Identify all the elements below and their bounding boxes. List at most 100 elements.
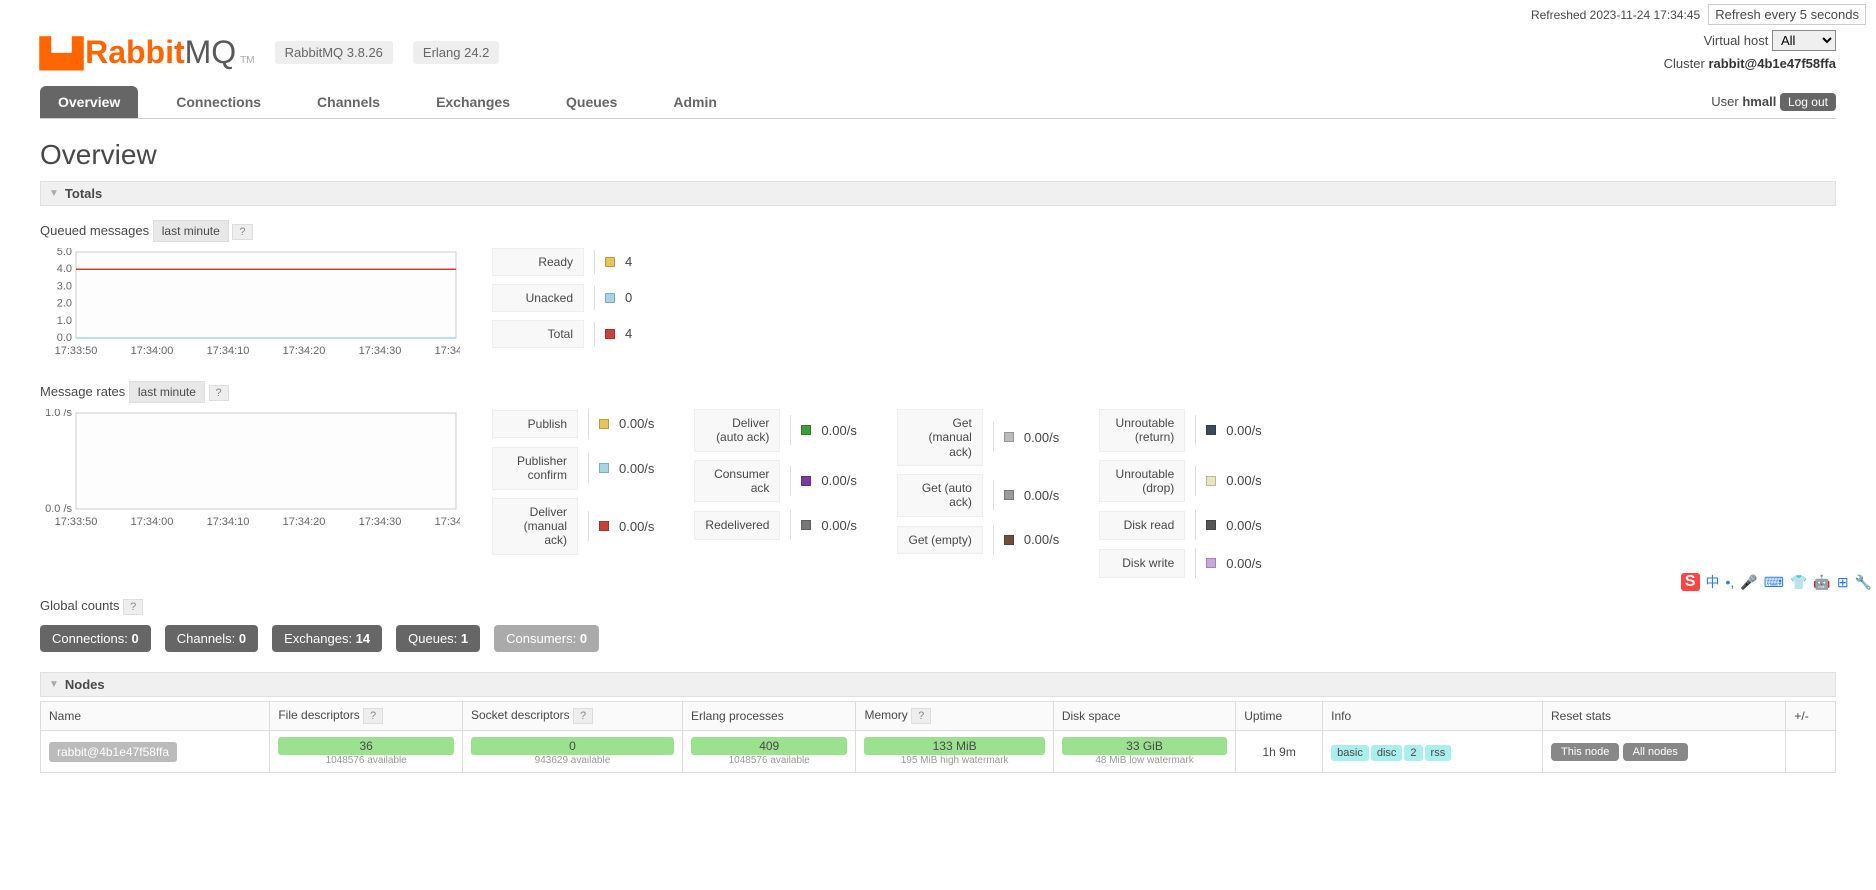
time-range-select-2[interactable]: last minute: [129, 381, 205, 403]
metric-value: 33 GiB: [1062, 737, 1227, 755]
legend-label: Unroutable (return): [1099, 409, 1185, 452]
ime-punct-icon[interactable]: •,: [1726, 574, 1735, 590]
tab-connections[interactable]: Connections: [158, 86, 279, 118]
legend-value: 0.00/s: [619, 519, 654, 534]
section-nodes[interactable]: ▼ Nodes: [40, 672, 1836, 697]
col-header: +/-: [1786, 702, 1836, 731]
tab-queues[interactable]: Queues: [548, 86, 635, 118]
legend-value: 0.00/s: [1226, 473, 1261, 488]
legend-label: Unroutable (drop): [1099, 460, 1185, 503]
col-header: Name: [41, 702, 270, 731]
help-icon[interactable]: ?: [363, 708, 383, 724]
legend-label: Deliver (auto ack): [694, 409, 780, 452]
help-icon[interactable]: ?: [573, 708, 593, 724]
legend-swatch: [1206, 558, 1216, 568]
info-tag: 2: [1404, 745, 1422, 761]
legend-value: 0.00/s: [821, 518, 856, 533]
virtual-host-select[interactable]: All: [1772, 30, 1836, 51]
svg-text:17:34:10: 17:34:10: [207, 345, 250, 357]
tab-channels[interactable]: Channels: [299, 86, 398, 118]
svg-text:0.0 /s: 0.0 /s: [45, 503, 72, 515]
legend-swatch: [1004, 432, 1014, 442]
help-icon[interactable]: ?: [209, 385, 229, 401]
logout-button[interactable]: Log out: [1780, 93, 1836, 111]
legend-label: Publish: [492, 410, 578, 438]
ime-grid-icon[interactable]: ⊞: [1837, 574, 1849, 591]
legend-value: 0.00/s: [1226, 423, 1261, 438]
legend-label: Redelivered: [694, 511, 780, 539]
tab-exchanges[interactable]: Exchanges: [418, 86, 528, 118]
svg-text:3.0: 3.0: [57, 280, 72, 292]
legend-swatch: [1004, 535, 1014, 545]
help-icon[interactable]: ?: [232, 224, 252, 240]
svg-text:5.0: 5.0: [57, 248, 72, 258]
user-label: User: [1711, 94, 1738, 109]
legend-swatch: [801, 476, 811, 486]
ime-keyboard-icon[interactable]: ⌨: [1764, 574, 1784, 591]
metric-value: 36: [278, 737, 454, 755]
svg-text:17:33:50: 17:33:50: [55, 345, 98, 357]
svg-text:1.0 /s: 1.0 /s: [45, 409, 72, 419]
help-icon[interactable]: ?: [123, 599, 143, 615]
refresh-interval-select[interactable]: Refresh every 5 seconds: [1708, 4, 1866, 25]
ime-mic-icon[interactable]: 🎤: [1740, 574, 1757, 591]
ime-robot-icon[interactable]: 🤖: [1813, 574, 1830, 591]
legend-label: Consumer ack: [694, 460, 780, 503]
metric-value: 0: [471, 737, 674, 755]
rabbit-icon: ▙▟: [40, 37, 83, 70]
legend-swatch: [599, 463, 609, 473]
reset-button[interactable]: All nodes: [1623, 743, 1688, 761]
svg-text:17:34:00: 17:34:00: [131, 345, 174, 357]
svg-text:17:34:30: 17:34:30: [359, 345, 402, 357]
legend-value: 0.00/s: [1226, 518, 1261, 533]
refreshed-label: Refreshed 2023-11-24 17:34:45: [1531, 8, 1700, 22]
svg-text:1.0: 1.0: [57, 315, 72, 327]
cluster-label: Cluster: [1664, 56, 1705, 71]
count-connections[interactable]: Connections: 0: [40, 625, 151, 652]
legend-swatch: [605, 293, 615, 303]
count-consumers[interactable]: Consumers: 0: [494, 625, 599, 652]
time-range-select[interactable]: last minute: [153, 220, 229, 242]
chevron-down-icon: ▼: [49, 679, 59, 690]
tab-overview[interactable]: Overview: [40, 86, 138, 118]
col-header: File descriptors ?: [270, 702, 463, 731]
legend-value: 0: [625, 290, 632, 305]
col-header: Info: [1323, 702, 1543, 731]
global-counts-label: Global counts: [40, 598, 120, 613]
node-name[interactable]: rabbit@4b1e47f58ffa: [49, 742, 177, 762]
col-header: Reset stats: [1543, 702, 1786, 731]
legend-label: Disk read: [1099, 511, 1185, 539]
count-queues[interactable]: Queues: 1: [396, 625, 480, 652]
legend-swatch: [1206, 425, 1216, 435]
svg-text:17:34:40: 17:34:40: [435, 345, 460, 357]
reset-button[interactable]: This node: [1551, 743, 1619, 761]
svg-text:0.0: 0.0: [57, 332, 72, 344]
count-channels[interactable]: Channels: 0: [165, 625, 258, 652]
col-header: Uptime: [1236, 702, 1323, 731]
ime-lang-icon[interactable]: 中: [1706, 572, 1720, 592]
logo: ▙▟ RabbitMQ TM: [40, 34, 255, 71]
ime-toolbar[interactable]: S 中 •, 🎤 ⌨ 👕 🤖 ⊞ 🔧: [1677, 570, 1876, 594]
legend-swatch: [1206, 520, 1216, 530]
legend-label: Get (auto ack): [897, 474, 983, 517]
erlang-version: Erlang 24.2: [413, 41, 500, 64]
section-totals[interactable]: ▼ Totals: [40, 181, 1836, 206]
svg-text:17:34:00: 17:34:00: [131, 516, 174, 528]
sogou-icon[interactable]: S: [1681, 573, 1700, 591]
vhost-label: Virtual host: [1704, 33, 1769, 48]
ime-tool-icon[interactable]: 🔧: [1855, 574, 1872, 591]
legend-value: 4: [625, 326, 632, 341]
count-exchanges[interactable]: Exchanges: 14: [272, 625, 382, 652]
col-header: Socket descriptors ?: [462, 702, 682, 731]
ime-skin-icon[interactable]: 👕: [1790, 574, 1807, 591]
help-icon[interactable]: ?: [911, 708, 931, 724]
col-header: Erlang processes: [682, 702, 855, 731]
legend-value: 0.00/s: [821, 423, 856, 438]
tab-admin[interactable]: Admin: [655, 86, 735, 118]
legend-label: Get (empty): [897, 526, 983, 554]
cluster-name: rabbit@4b1e47f58ffa: [1708, 56, 1836, 71]
legend-label: Unacked: [492, 284, 584, 312]
legend-value: 0.00/s: [1024, 430, 1059, 445]
legend-swatch: [599, 521, 609, 531]
svg-text:4.0: 4.0: [57, 263, 72, 275]
